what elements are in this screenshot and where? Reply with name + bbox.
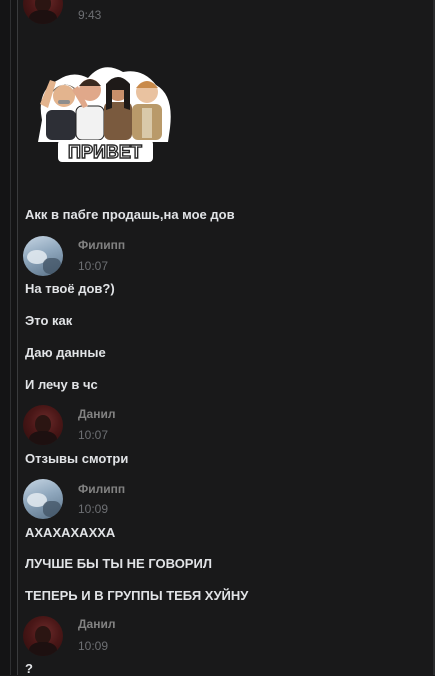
avatar[interactable] bbox=[23, 236, 63, 276]
message-text: ЛУЧШЕ БЫ ТЫ НЕ ГОВОРИЛ bbox=[25, 556, 212, 571]
message-time: 10:07 bbox=[78, 259, 109, 273]
group-wave-sticker: ПРИВЕТ bbox=[38, 67, 171, 163]
message-text: Даю данные bbox=[25, 345, 106, 360]
author-name[interactable]: Филипп bbox=[78, 482, 125, 496]
message-text: Это как bbox=[25, 313, 73, 328]
message-text: ТЕПЕРЬ И В ГРУППЫ ТЕБЯ ХУЙНУ bbox=[25, 588, 249, 603]
message-time: 10:09 bbox=[78, 502, 109, 516]
message-text: Акк в пабге продашь,на мое дов bbox=[25, 207, 235, 222]
thread-line bbox=[10, 0, 11, 675]
avatar[interactable] bbox=[23, 405, 63, 445]
message-text: Отзывы смотри bbox=[25, 451, 129, 466]
message-text: ? bbox=[25, 661, 33, 676]
message-time: 10:09 bbox=[78, 639, 109, 653]
message-text: На твоё дов?) bbox=[25, 281, 115, 296]
author-name[interactable]: Данил bbox=[78, 407, 115, 421]
message-time: 10:07 bbox=[78, 428, 109, 442]
message-time: 9:43 bbox=[78, 8, 102, 22]
avatar[interactable] bbox=[23, 616, 63, 656]
message-text: АХАХАХАХХА bbox=[25, 525, 116, 540]
message-text: И лечу в чс bbox=[25, 377, 98, 392]
author-name[interactable]: Данил bbox=[78, 617, 115, 631]
author-name[interactable]: Филипп bbox=[78, 238, 125, 252]
avatar[interactable] bbox=[23, 479, 63, 519]
sticker-caption: ПРИВЕТ bbox=[68, 142, 142, 162]
left-rail bbox=[0, 0, 18, 675]
sticker-privet[interactable]: ПРИВЕТ bbox=[28, 50, 178, 165]
avatar[interactable] bbox=[23, 0, 63, 24]
